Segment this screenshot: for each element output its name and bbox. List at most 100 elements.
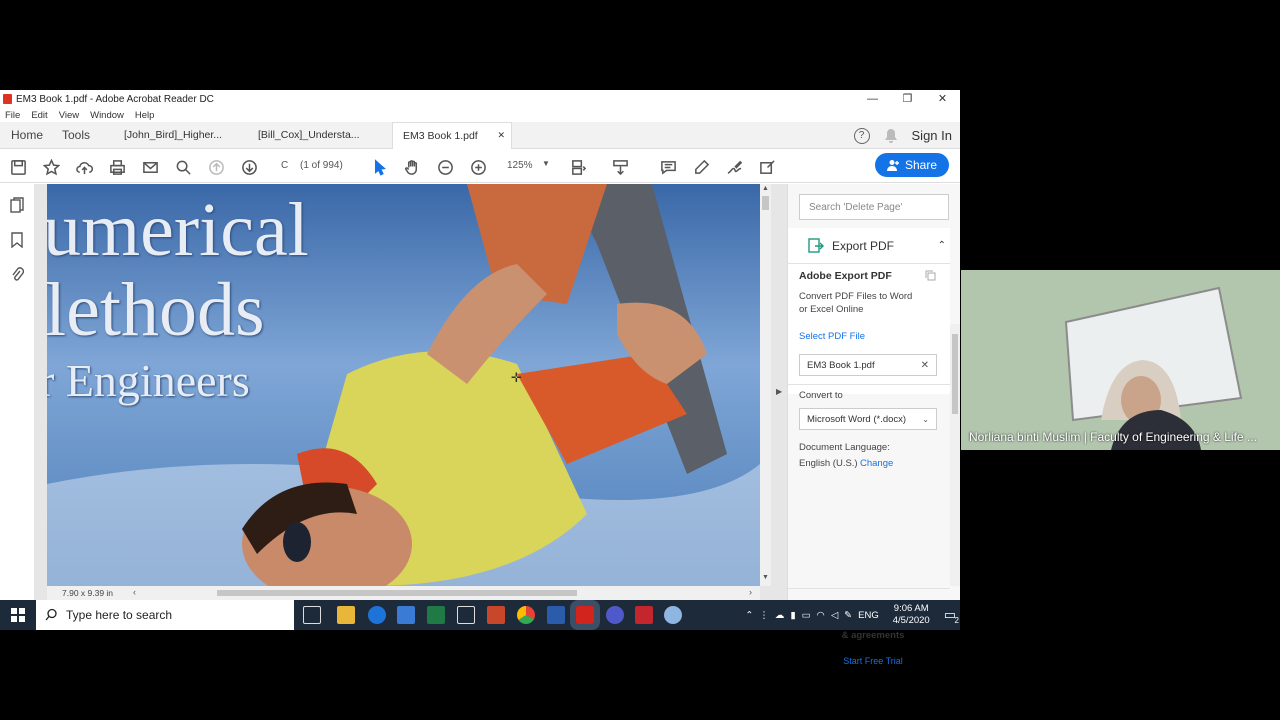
teams-icon[interactable] xyxy=(606,606,624,624)
zoom-chevron-down-icon[interactable]: ▼ xyxy=(542,159,550,168)
tab-doc-bill-cox[interactable]: [Bill_Cox]_Understa... xyxy=(252,122,392,149)
excel-icon[interactable] xyxy=(427,606,445,624)
scroll-left-arrow-icon[interactable]: ‹ xyxy=(133,587,136,597)
selected-file-name: EM3 Book 1.pdf xyxy=(807,359,875,371)
select-cursor-icon[interactable] xyxy=(370,158,388,176)
scroll-right-arrow-icon[interactable]: › xyxy=(749,587,752,597)
sign-in-link[interactable]: Sign In xyxy=(912,128,952,143)
highlight-pen-icon[interactable] xyxy=(692,158,710,176)
convert-to-select[interactable]: Microsoft Word (*.docx) ⌄ xyxy=(799,408,937,430)
bell-icon[interactable] xyxy=(884,128,898,144)
pdf-page-cover: umerical lethods r Engineers ✛ xyxy=(47,184,760,586)
export-pdf-header[interactable]: Export PDF ⌃ xyxy=(788,228,950,264)
vertical-scroll-thumb[interactable] xyxy=(762,196,769,210)
cloud-upload-icon[interactable] xyxy=(75,158,93,176)
powerpoint-icon[interactable] xyxy=(487,606,505,624)
scroll-mode-icon[interactable] xyxy=(611,158,629,176)
tab-doc-em3-label: EM3 Book 1.pdf xyxy=(403,129,478,142)
share-button[interactable]: Share xyxy=(875,153,949,177)
menu-file[interactable]: File xyxy=(5,110,20,121)
convert-description: Convert PDF Files to Word or Excel Onlin… xyxy=(799,291,913,315)
pane-scroll-thumb[interactable] xyxy=(952,334,958,414)
page-down-icon[interactable] xyxy=(240,158,258,176)
clock[interactable]: 9:06 AM 4/5/2020 xyxy=(893,603,930,627)
fill-sign-icon[interactable] xyxy=(758,158,776,176)
participant-name-caption: Norliana binti Muslim | Faculty of Engin… xyxy=(969,430,1257,444)
add-person-icon xyxy=(886,160,899,171)
close-window-button[interactable]: ✕ xyxy=(925,90,960,108)
tools-pane: Search 'Delete Page' Export PDF ⌃ Adobe … xyxy=(787,184,960,666)
pane-scrollbar[interactable] xyxy=(950,324,960,586)
bookmark-icon[interactable] xyxy=(11,232,23,248)
search-icon[interactable] xyxy=(174,158,192,176)
store-icon[interactable] xyxy=(397,606,415,624)
page-display-icon[interactable] xyxy=(569,158,587,176)
menu-help[interactable]: Help xyxy=(135,110,155,121)
file-explorer-icon[interactable] xyxy=(337,606,355,624)
chrome-icon[interactable] xyxy=(517,606,535,624)
scroll-down-arrow-icon[interactable]: ▼ xyxy=(762,574,769,581)
acrobat-taskbar-icon[interactable] xyxy=(570,600,600,630)
selected-file-field[interactable]: EM3 Book 1.pdf ✕ xyxy=(799,354,937,376)
tab-close-icon[interactable]: ✕ xyxy=(497,130,505,141)
tab-doc-em3[interactable]: EM3 Book 1.pdf ✕ xyxy=(392,121,512,149)
remove-file-icon[interactable]: ✕ xyxy=(921,360,929,371)
participant-video-tile[interactable]: Norliana binti Muslim | Faculty of Engin… xyxy=(961,270,1280,450)
menu-edit[interactable]: Edit xyxy=(31,110,47,121)
select-pdf-file-link[interactable]: Select PDF File xyxy=(799,331,865,342)
usb-icon[interactable]: ▮ xyxy=(790,610,795,621)
edge-browser-icon[interactable] xyxy=(368,606,386,624)
task-view-icon[interactable] xyxy=(303,606,321,624)
menu-window[interactable]: Window xyxy=(90,110,124,121)
help-icon[interactable]: ? xyxy=(853,127,870,144)
cloud-icon[interactable]: ☁ xyxy=(775,610,785,621)
collapse-chevron-up-icon[interactable]: ⌃ xyxy=(938,240,946,251)
print-icon[interactable] xyxy=(108,158,126,176)
attachment-icon[interactable] xyxy=(10,266,24,283)
page-thumbnails-icon[interactable] xyxy=(10,197,25,214)
windows-start-icon[interactable] xyxy=(11,608,25,622)
horizontal-scroll-thumb[interactable] xyxy=(217,590,577,596)
tools-search-input[interactable]: Search 'Delete Page' xyxy=(799,194,949,220)
page-up-icon[interactable] xyxy=(207,158,225,176)
divider xyxy=(788,588,950,589)
status-bar: 7.90 x 9.39 in ‹ › xyxy=(47,586,760,600)
minimize-button[interactable]: — xyxy=(855,90,890,108)
scroll-up-arrow-icon[interactable]: ▲ xyxy=(762,185,769,192)
zoom-out-icon[interactable] xyxy=(436,158,454,176)
hand-tool-icon[interactable] xyxy=(403,158,421,176)
change-language-link[interactable]: Change xyxy=(860,458,893,469)
tray-chevron-up-icon[interactable]: ⌃ xyxy=(745,610,753,621)
language-indicator[interactable]: ENG xyxy=(858,610,879,621)
menu-view[interactable]: View xyxy=(59,110,79,121)
zoom-level-dropdown[interactable]: 125% xyxy=(507,160,533,171)
star-icon[interactable] xyxy=(42,158,60,176)
volume-icon[interactable]: ◁ xyxy=(831,610,838,621)
network-icon[interactable]: ◠ xyxy=(817,610,825,621)
taskbar-search-box[interactable]: Type here to search xyxy=(36,600,294,630)
sign-icon[interactable] xyxy=(725,158,743,176)
mail-icon[interactable] xyxy=(457,606,475,624)
meeting-app-icon[interactable] xyxy=(635,606,653,624)
document-viewport[interactable]: umerical lethods r Engineers ✛ ▲ ▼ ▶ 7.9… xyxy=(35,184,787,600)
tab-home[interactable]: Home xyxy=(0,122,56,149)
email-icon[interactable] xyxy=(141,158,159,176)
copy-icon[interactable] xyxy=(925,270,936,281)
paint-icon[interactable] xyxy=(664,606,682,624)
pen-icon[interactable]: ✎ xyxy=(844,610,852,621)
battery-icon[interactable]: ▭ xyxy=(802,610,811,621)
right-panel-expand-icon[interactable]: ▶ xyxy=(776,387,782,396)
wifi-icon[interactable]: ⋮ xyxy=(759,610,769,621)
start-free-trial-link[interactable]: Start Free Trial xyxy=(798,656,948,666)
vertical-scrollbar[interactable]: ▲ ▼ xyxy=(760,184,771,586)
divider xyxy=(788,384,950,385)
restore-button[interactable]: ❐ xyxy=(890,90,925,108)
save-icon[interactable] xyxy=(9,158,27,176)
tab-tools[interactable]: Tools xyxy=(56,122,118,149)
page-number-input[interactable]: C xyxy=(281,160,288,171)
zoom-in-icon[interactable] xyxy=(469,158,487,176)
notification-icon[interactable]: ▭ 2 xyxy=(944,607,959,625)
word-icon[interactable] xyxy=(547,606,565,624)
tab-doc-john-bird[interactable]: [John_Bird]_Higher... xyxy=(118,122,252,149)
comment-icon[interactable] xyxy=(659,158,677,176)
